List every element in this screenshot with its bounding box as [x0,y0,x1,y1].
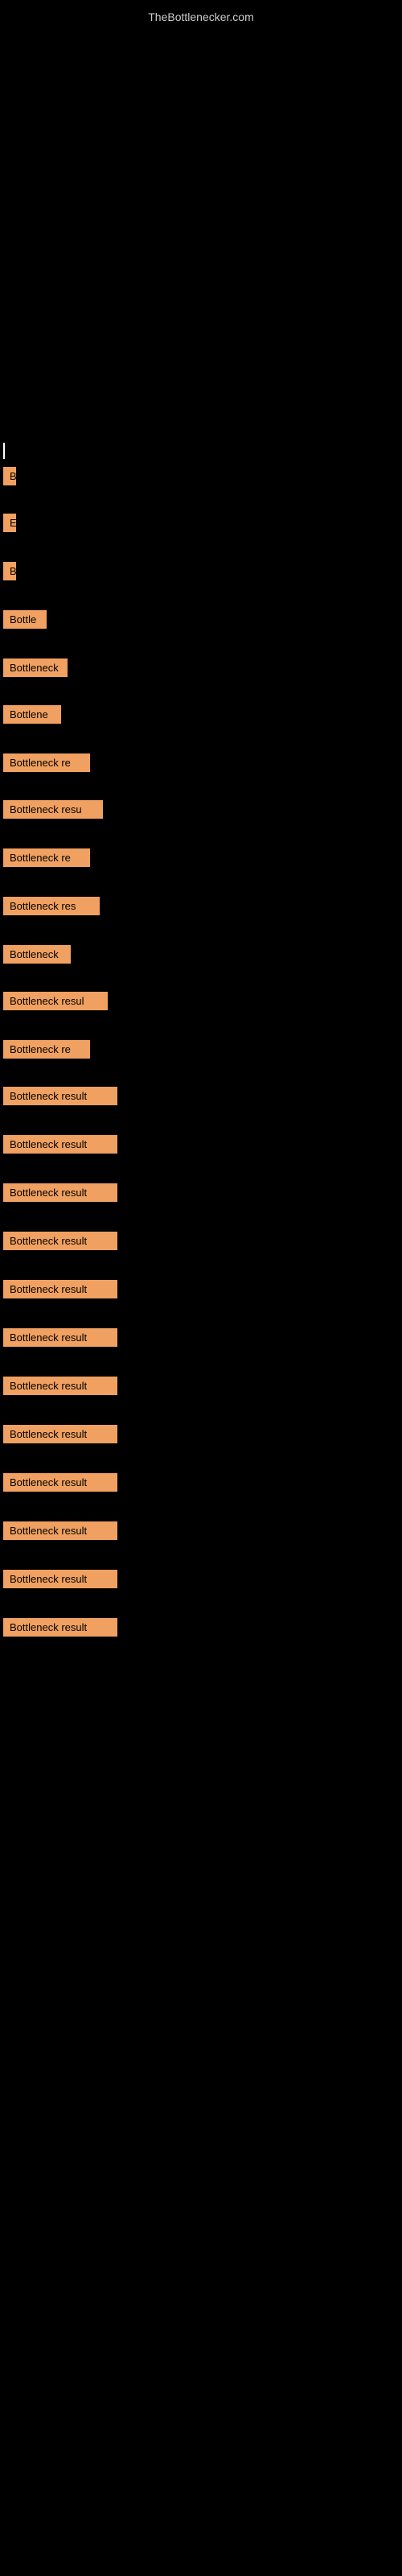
list-item: Bottleneck re [0,848,402,873]
list-item: Bottleneck result [0,1618,402,1642]
list-item: Bottleneck result [0,1521,402,1546]
list-item: Bottleneck result [0,1280,402,1304]
bottleneck-result-item: E [3,514,16,532]
list-item: Bottleneck result [0,1135,402,1159]
site-title: TheBottlenecker.com [0,4,402,30]
list-item: Bottleneck result [0,1473,402,1497]
list-item: Bottleneck res [0,897,402,921]
list-item: Bottleneck result [0,1425,402,1449]
list-item: Bottleneck resu [0,800,402,824]
bottleneck-result-item: Bottleneck result [3,1328,117,1347]
bottleneck-result-item: Bottleneck re [3,1040,90,1059]
list-item: Bottlene [0,705,402,729]
bottleneck-result-item: Bottleneck result [3,1232,117,1250]
bottleneck-result-item: B [3,562,16,580]
list-item: Bottleneck [0,658,402,683]
list-item: Bottle [0,610,402,634]
bottleneck-result-item: Bottleneck result [3,1377,117,1395]
bottleneck-result-item: Bottleneck [3,658,68,677]
list-item: Bottleneck result [0,1232,402,1256]
bottleneck-result-item: Bottleneck result [3,1087,117,1105]
list-item: Bottleneck re [0,1040,402,1064]
bottleneck-result-item: Bottleneck result [3,1570,117,1588]
list-item: Bottleneck result [0,1087,402,1111]
bottleneck-result-item: Bottleneck result [3,1473,117,1492]
list-item: Bottleneck resul [0,992,402,1016]
list-item: Bottleneck result [0,1570,402,1594]
cursor [3,443,5,459]
bottleneck-result-item: Bottleneck result [3,1521,117,1540]
bottleneck-result-item: Bottleneck result [3,1280,117,1298]
bottleneck-result-item: Bottle [3,610,47,629]
bottleneck-result-item: Bottleneck result [3,1183,117,1202]
bottleneck-result-item: Bottleneck result [3,1135,117,1154]
bottleneck-result-item: B [3,467,16,485]
bottleneck-result-item: Bottleneck res [3,897,100,915]
list-item: E [0,514,402,538]
list-item: Bottleneck result [0,1328,402,1352]
bottleneck-result-item: Bottleneck resul [3,992,108,1010]
list-item: B [0,467,402,491]
bottleneck-result-item: Bottleneck result [3,1618,117,1637]
bottleneck-result-item: Bottleneck [3,945,71,964]
list-item: Bottleneck [0,945,402,969]
bottleneck-result-item: Bottleneck result [3,1425,117,1443]
bottleneck-result-item: Bottlene [3,705,61,724]
list-item: Bottleneck re [0,753,402,778]
list-item: Bottleneck result [0,1377,402,1401]
items-container: B E B Bottle Bottleneck Bottlene Bottleneck re… [0,467,402,1666]
bottleneck-result-item: Bottleneck resu [3,800,103,819]
list-item: Bottleneck result [0,1183,402,1208]
bottleneck-result-item: Bottleneck re [3,848,90,867]
bottleneck-result-item: Bottleneck re [3,753,90,772]
list-item: B [0,562,402,586]
